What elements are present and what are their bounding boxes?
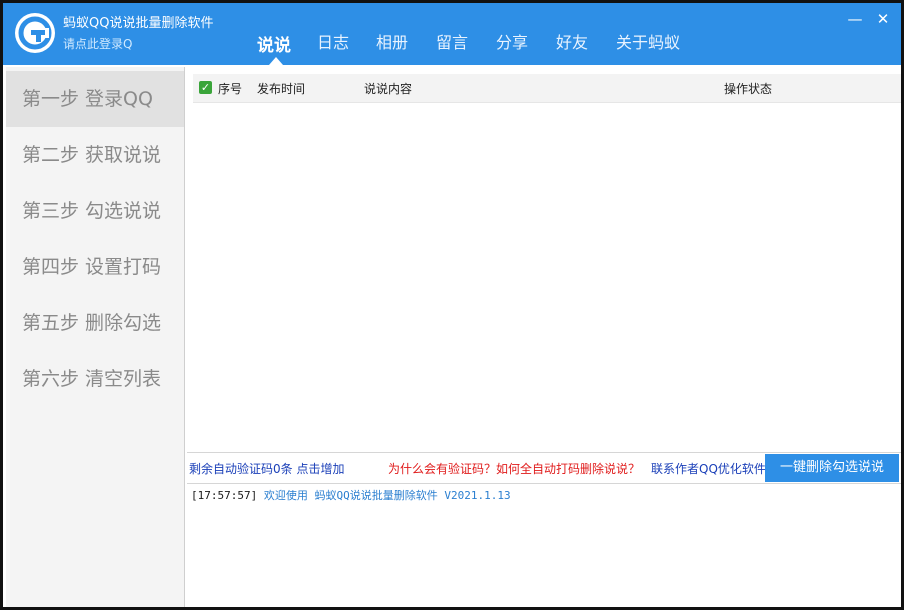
close-button[interactable]: ✕ [873, 9, 893, 29]
column-content[interactable]: 说说内容 [364, 80, 412, 97]
log-timestamp: [17:57:57] [191, 489, 258, 502]
log-line: [17:57:57] 欢迎使用 蚂蚁QQ说说批量删除软件 V2021.1.13 [191, 487, 511, 503]
app-window: 蚂蚁QQ说说批量删除软件 请点此登录Q 说说 日志 相册 留言 分享 好友 关于… [0, 0, 904, 610]
captcha-help-link[interactable]: 为什么会有验证码？如何全自动打码删除说说？ [388, 460, 640, 477]
app-title: 蚂蚁QQ说说批量删除软件 [63, 16, 214, 31]
app-logo-icon [15, 13, 55, 53]
tab-share[interactable]: 分享 [496, 29, 528, 53]
action-bar: 剩余自动验证码0条 点击增加 为什么会有验证码？如何全自动打码删除说说？ 联系作… [187, 452, 901, 484]
tab-friends[interactable]: 好友 [556, 29, 588, 53]
minimize-button[interactable]: — [845, 9, 865, 29]
steps-sidebar: 第一步 登录QQ 第二步 获取说说 第三步 勾选说说 第四步 设置打码 第五步 … [6, 67, 185, 607]
title-bar: 蚂蚁QQ说说批量删除软件 请点此登录Q 说说 日志 相册 留言 分享 好友 关于… [3, 3, 901, 65]
column-status[interactable]: 操作状态 [724, 80, 772, 97]
step-fetch[interactable]: 第二步 获取说说 [6, 127, 184, 183]
tab-about[interactable]: 关于蚂蚁 [616, 29, 680, 53]
tab-shuoshuo[interactable]: 说说 [257, 31, 291, 56]
contact-author-link[interactable]: 联系作者QQ优化软件 [651, 460, 766, 477]
tab-diary[interactable]: 日志 [317, 29, 349, 53]
active-tab-indicator [269, 57, 283, 65]
tab-album[interactable]: 相册 [376, 29, 408, 53]
step-delete[interactable]: 第五步 删除勾选 [6, 295, 184, 351]
tab-messages[interactable]: 留言 [436, 29, 468, 53]
step-login[interactable]: 第一步 登录QQ [6, 71, 184, 127]
captcha-remaining-link[interactable]: 剩余自动验证码0条 点击增加 [189, 460, 344, 477]
log-message: 欢迎使用 蚂蚁QQ说说批量删除软件 V2021.1.13 [263, 489, 511, 502]
column-index[interactable]: 序号 [218, 80, 242, 97]
step-clear[interactable]: 第六步 清空列表 [6, 351, 184, 407]
column-publish-time[interactable]: 发布时间 [257, 80, 305, 97]
delete-selected-button[interactable]: 一键删除勾选说说 [765, 454, 899, 482]
main-panel: ✓ 序号 发布时间 说说内容 操作状态 剩余自动验证码0条 点击增加 为什么会有… [187, 67, 901, 607]
step-captcha[interactable]: 第四步 设置打码 [6, 239, 184, 295]
login-link[interactable]: 请点此登录Q [63, 35, 132, 52]
table-header: ✓ 序号 发布时间 说说内容 操作状态 [193, 74, 901, 103]
select-all-checkbox[interactable]: ✓ [199, 81, 212, 94]
step-select[interactable]: 第三步 勾选说说 [6, 183, 184, 239]
